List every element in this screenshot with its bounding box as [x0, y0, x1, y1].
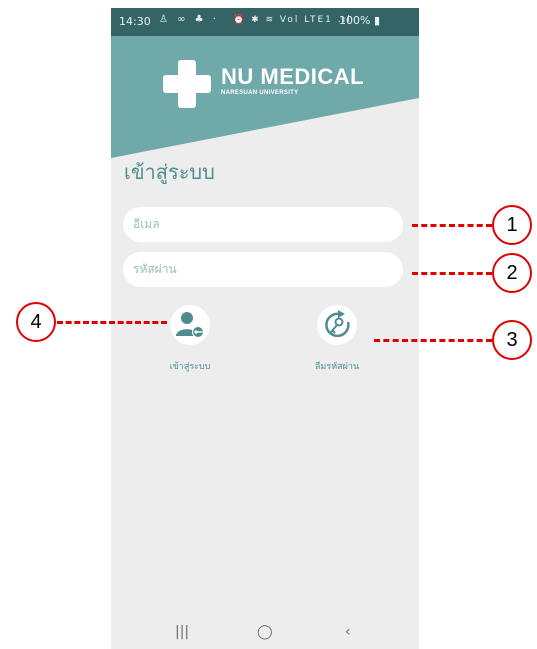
system-status-icons: ⏰ ✱ ≋ Vol LTE1 .ıl	[233, 15, 352, 25]
battery-indicator: 100% ▮	[339, 14, 380, 27]
status-time: 14:30	[119, 15, 151, 28]
medical-cross-logo-icon	[163, 60, 211, 108]
app-header	[111, 36, 419, 158]
callout-marker-3: 3	[492, 320, 532, 360]
brand-subtitle: NARESUAN UNIVERSITY	[221, 90, 299, 96]
phone-screen: 14:30 ♙ ∞ ♣ · ⏰ ✱ ≋ Vol LTE1 .ıl 100% ▮ …	[111, 8, 419, 649]
forgot-password-label: ลืมรหัสผ่าน	[314, 362, 360, 372]
login-user-key-icon[interactable]	[170, 305, 210, 345]
callout-line-3	[374, 339, 492, 342]
login-label: เข้าสู่ระบบ	[169, 362, 211, 372]
email-placeholder: อีเมล	[133, 217, 160, 231]
email-field[interactable]: อีเมล	[123, 207, 403, 242]
brand-name: NU MEDICAL	[221, 64, 365, 89]
callout-line-1	[412, 224, 492, 227]
battery-icon: ▮	[373, 14, 381, 27]
callout-marker-1: 1	[492, 205, 532, 245]
password-placeholder: รหัสผ่าน	[133, 262, 177, 276]
recents-icon[interactable]: |||	[175, 624, 189, 640]
login-button[interactable]: เข้าสู่ระบบ	[145, 305, 235, 373]
system-nav-bar: ||| ◯ ‹	[111, 618, 419, 649]
header-banner	[111, 36, 419, 158]
status-bar: 14:30 ♙ ∞ ♣ · ⏰ ✱ ≋ Vol LTE1 .ıl 100% ▮	[111, 8, 419, 36]
password-field[interactable]: รหัสผ่าน	[123, 252, 403, 287]
home-icon[interactable]: ◯	[257, 624, 273, 640]
callout-marker-4: 4	[16, 302, 56, 342]
notification-icons: ♙ ∞ ♣ ·	[159, 14, 219, 25]
reset-key-icon[interactable]	[317, 305, 357, 345]
callout-marker-2: 2	[492, 253, 532, 293]
page-title: เข้าสู่ระบบ	[124, 160, 215, 184]
battery-percent: 100%	[339, 14, 371, 27]
back-icon[interactable]: ‹	[345, 624, 351, 640]
forgot-password-button[interactable]: ลืมรหัสผ่าน	[292, 305, 382, 373]
callout-line-4	[57, 321, 167, 324]
callout-line-2	[412, 272, 492, 275]
